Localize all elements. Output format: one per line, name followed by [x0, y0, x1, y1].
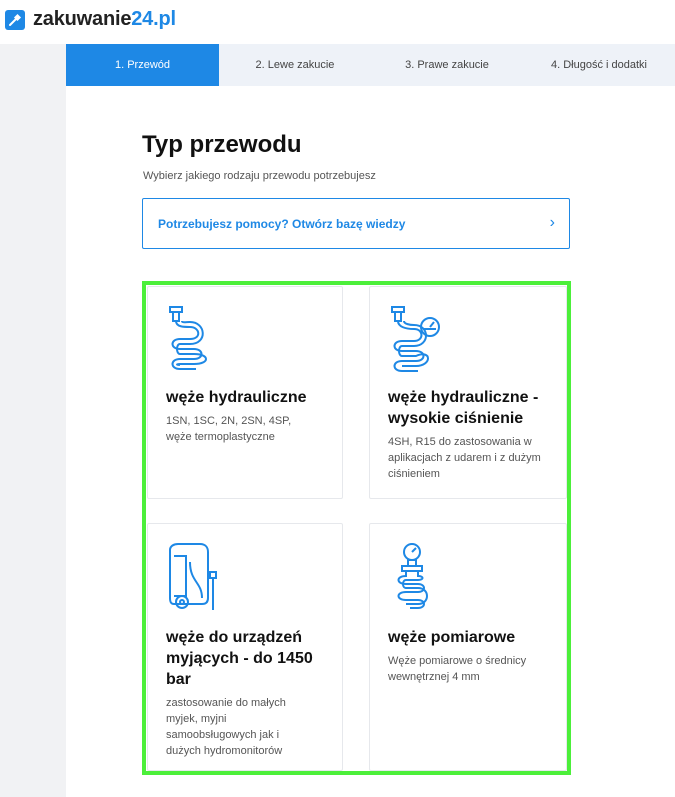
page-title: Typ przewodu — [142, 131, 302, 158]
card-description: 1SN, 1SC, 2N, 2SN, 4SP, węże termoplasty… — [166, 415, 292, 443]
pressure-washer-icon — [166, 542, 220, 619]
help-link-text: Potrzebujesz pomocy? Otwórz bazę wiedzy — [158, 216, 406, 231]
left-gutter — [0, 44, 66, 797]
gauge-hose-icon — [388, 542, 436, 619]
step-lewe-zakucie[interactable]: 2. Lewe zakucie — [219, 44, 371, 86]
card-title: węże do urządzeń myjących - do 1450 bar — [166, 629, 313, 688]
step-przewod[interactable]: 1. Przewód — [66, 44, 219, 86]
page-subtitle: Wybierz jakiego rodzaju przewodu potrzeb… — [143, 170, 376, 182]
card-description: Węże pomiarowe o średnicy wewnętrznej 4 … — [388, 655, 527, 683]
logo[interactable]: zakuwanie24.pl — [5, 8, 176, 31]
card-weze-hydrauliczne[interactable]: węże hydrauliczne 1SN, 1SC, 2N, 2SN, 4SP… — [147, 286, 343, 499]
step-dlugosc-dodatki[interactable]: 4. Długość i dodatki — [523, 44, 675, 86]
card-description: 4SH, R15 do zastosowania w aplikacjach z… — [388, 436, 541, 480]
hose-icon — [166, 305, 214, 380]
card-weze-wysokie-cisnienie[interactable]: węże hydrauliczne - wysokie ciśnienie 4S… — [369, 286, 567, 499]
card-title: węże hydrauliczne - wysokie ciśnienie — [388, 389, 539, 427]
top-bar: zakuwanie24.pl — [0, 0, 675, 44]
card-title: węże pomiarowe — [388, 629, 516, 646]
card-title: węże hydrauliczne — [166, 389, 307, 406]
logo-icon — [5, 9, 25, 30]
chevron-right-icon: › — [549, 214, 555, 231]
help-link-box[interactable]: Potrzebujesz pomocy? Otwórz bazę wiedzy … — [142, 198, 570, 249]
hose-pressure-gauge-icon — [388, 305, 444, 380]
card-description: zastosowanie do małych myjek, myjni samo… — [166, 697, 286, 757]
step-prawe-zakucie[interactable]: 3. Prawe zakucie — [371, 44, 523, 86]
card-weze-pomiarowe[interactable]: węże pomiarowe Węże pomiarowe o średnicy… — [369, 523, 567, 771]
logo-text: zakuwanie24.pl — [33, 8, 176, 30]
card-weze-urzadzenia-myjace[interactable]: węże do urządzeń myjących - do 1450 bar … — [147, 523, 343, 771]
steps-bar: 1. Przewód 2. Lewe zakucie 3. Prawe zaku… — [66, 44, 675, 86]
